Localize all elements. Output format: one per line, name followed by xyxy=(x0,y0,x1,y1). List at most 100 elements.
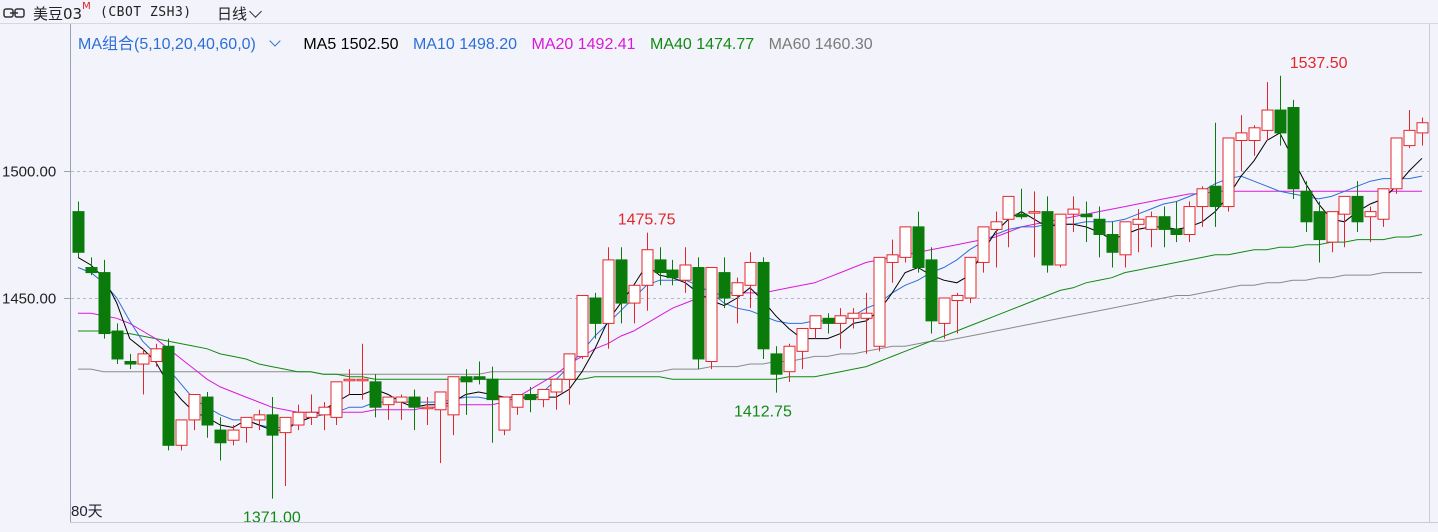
candle-body xyxy=(925,259,938,322)
candle-body xyxy=(253,414,266,421)
candle xyxy=(434,391,447,464)
candle-body xyxy=(860,312,873,319)
candle-body xyxy=(1377,188,1390,220)
candle xyxy=(1183,201,1196,243)
candle-body xyxy=(434,391,447,411)
candle xyxy=(395,394,408,420)
candle-body xyxy=(421,406,434,410)
link-icon[interactable] xyxy=(3,8,25,18)
candle-body xyxy=(498,396,511,431)
candle xyxy=(175,419,188,451)
candle xyxy=(873,256,886,352)
candle xyxy=(1248,125,1261,156)
candle xyxy=(1364,206,1377,243)
candle xyxy=(330,381,343,425)
candle-body xyxy=(1041,211,1054,266)
candle-body xyxy=(1196,188,1209,208)
candle xyxy=(1093,206,1106,258)
candle xyxy=(576,294,589,359)
candle xyxy=(990,211,1003,268)
candle-body xyxy=(563,353,576,380)
candle xyxy=(72,201,85,258)
candle-body xyxy=(460,376,473,383)
candle xyxy=(240,416,253,443)
candle-body xyxy=(292,411,305,426)
candle-body xyxy=(447,376,460,416)
price-annotation: 1537.50 xyxy=(1290,55,1348,72)
price-annotation: 1412.75 xyxy=(734,404,792,421)
candle-body xyxy=(938,297,951,324)
days-count-label: 80天 xyxy=(71,503,103,520)
candle-body xyxy=(214,429,227,444)
candle-body xyxy=(240,416,253,429)
candle xyxy=(1235,115,1248,171)
candle-body xyxy=(111,330,124,360)
candle-body xyxy=(589,297,602,324)
candle-body xyxy=(486,378,499,401)
candle xyxy=(757,257,770,359)
candle-body xyxy=(990,221,1003,230)
candle-body xyxy=(201,396,214,426)
candle xyxy=(809,315,822,339)
price-annotations: 1371.00 1475.75 1412.75 1537.50 xyxy=(243,55,1348,522)
candle-body xyxy=(124,361,137,365)
candle xyxy=(1287,99,1300,199)
candle-body xyxy=(1222,137,1235,208)
candle-body xyxy=(873,256,886,347)
candle-body xyxy=(1183,206,1196,235)
candle-body xyxy=(369,381,382,408)
candle xyxy=(1002,195,1015,248)
candle xyxy=(977,226,990,273)
candlestick-chart[interactable]: 1500.00 1450.00 1371.00 1475.75 1412.75 1537… xyxy=(0,24,1438,522)
candle-body xyxy=(266,414,279,436)
candle xyxy=(266,397,279,499)
candle xyxy=(964,256,977,304)
candle xyxy=(214,417,227,461)
candle xyxy=(124,353,137,370)
candle xyxy=(796,327,809,370)
candle-body xyxy=(641,249,654,286)
candle xyxy=(98,259,111,339)
candle xyxy=(1351,181,1364,232)
candle xyxy=(563,353,576,405)
candle-body xyxy=(912,226,925,269)
candles xyxy=(72,75,1429,499)
candle-body xyxy=(1351,195,1364,223)
candle xyxy=(1261,82,1274,141)
candle xyxy=(1390,137,1403,194)
candle-body xyxy=(847,312,860,319)
candle xyxy=(1300,181,1313,232)
candle-body xyxy=(1067,208,1080,215)
candle xyxy=(356,343,369,400)
candle xyxy=(1145,211,1158,248)
period-selector[interactable]: 日线 xyxy=(217,3,262,24)
candle-body xyxy=(977,226,990,263)
candle xyxy=(292,404,305,431)
candle-body xyxy=(1158,216,1171,230)
candle xyxy=(744,252,757,309)
candle xyxy=(1041,196,1054,273)
candle xyxy=(628,284,641,324)
candle xyxy=(692,257,705,370)
candle-body xyxy=(886,254,899,263)
candle-body xyxy=(1119,221,1132,256)
candle xyxy=(524,386,537,413)
candle-body xyxy=(718,272,731,299)
candle-body xyxy=(783,345,796,373)
candle-body xyxy=(72,211,85,253)
candle-body xyxy=(1338,195,1351,215)
candle-body xyxy=(951,294,964,302)
y-tick-label: 1500.00 xyxy=(2,164,56,181)
candle xyxy=(938,297,951,339)
candle xyxy=(1028,191,1041,258)
candle xyxy=(770,346,783,393)
candle xyxy=(305,394,318,425)
candle-body xyxy=(1106,234,1119,253)
y-tick-label: 1450.00 xyxy=(2,291,56,308)
candle-body xyxy=(1326,211,1339,243)
candle-body xyxy=(85,267,98,274)
candle xyxy=(1377,188,1390,227)
candle-body xyxy=(1261,109,1274,131)
price-annotation: 1475.75 xyxy=(618,212,676,229)
candle-body xyxy=(744,261,757,286)
